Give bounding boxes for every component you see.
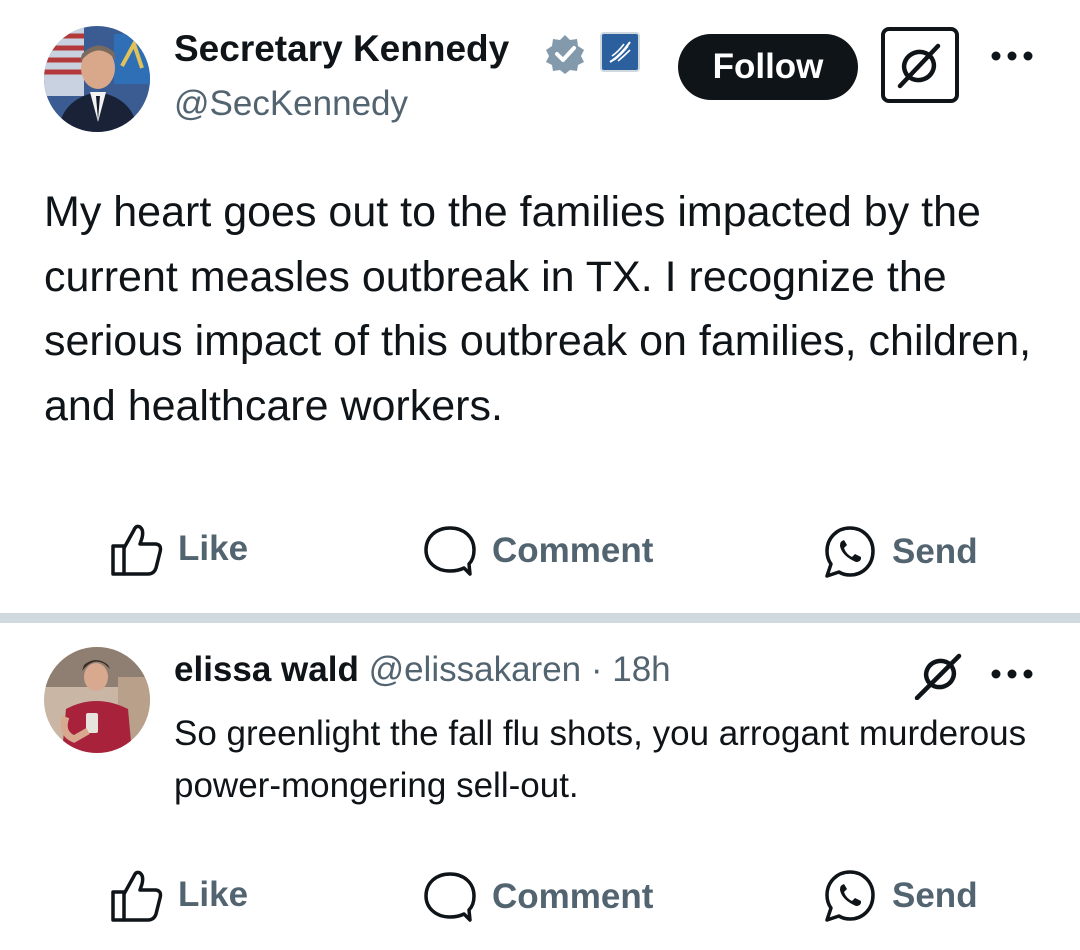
reply-author-name[interactable]: elissa wald xyxy=(174,650,359,689)
author-name[interactable]: Secretary Kennedy xyxy=(174,28,509,70)
hhs-affiliate-icon[interactable] xyxy=(600,32,640,72)
reply-header: elissa wald @elissakaren · 18h xyxy=(174,650,671,690)
send-button[interactable]: Send xyxy=(822,524,978,580)
grok-icon[interactable] xyxy=(881,27,959,103)
reply-timestamp[interactable]: 18h xyxy=(612,650,670,689)
follow-button[interactable]: Follow xyxy=(678,34,858,100)
whatsapp-icon xyxy=(822,524,878,580)
more-icon[interactable] xyxy=(990,44,1034,68)
reply-avatar[interactable] xyxy=(44,647,150,753)
comment-icon xyxy=(422,870,478,924)
comment-button[interactable]: Comment xyxy=(422,524,653,578)
like-icon xyxy=(110,522,164,576)
author-handle[interactable]: @SecKennedy xyxy=(174,84,408,124)
grok-icon[interactable] xyxy=(913,650,965,701)
more-icon[interactable] xyxy=(990,662,1034,686)
like-label: Like xyxy=(178,529,249,568)
divider xyxy=(0,613,1080,623)
reply-separator: · xyxy=(581,650,613,689)
whatsapp-icon xyxy=(822,868,878,924)
comment-icon xyxy=(422,524,478,578)
post-text: My heart goes out to the families impact… xyxy=(44,188,1032,430)
like-label: Like xyxy=(178,875,249,914)
comment-button[interactable]: Comment xyxy=(422,870,653,924)
like-icon xyxy=(110,868,164,922)
send-label: Send xyxy=(892,532,978,571)
reply-text: So greenlight the fall flu shots, you ar… xyxy=(174,714,1027,805)
send-label: Send xyxy=(892,876,978,915)
like-button[interactable]: Like xyxy=(110,868,248,922)
like-button[interactable]: Like xyxy=(110,522,248,576)
verified-badge-icon[interactable] xyxy=(544,33,586,75)
reply-handle[interactable]: @elissakaren xyxy=(369,650,582,689)
send-button[interactable]: Send xyxy=(822,868,978,924)
comment-label: Comment xyxy=(492,531,654,570)
author-avatar[interactable] xyxy=(44,26,150,132)
comment-label: Comment xyxy=(492,877,654,916)
